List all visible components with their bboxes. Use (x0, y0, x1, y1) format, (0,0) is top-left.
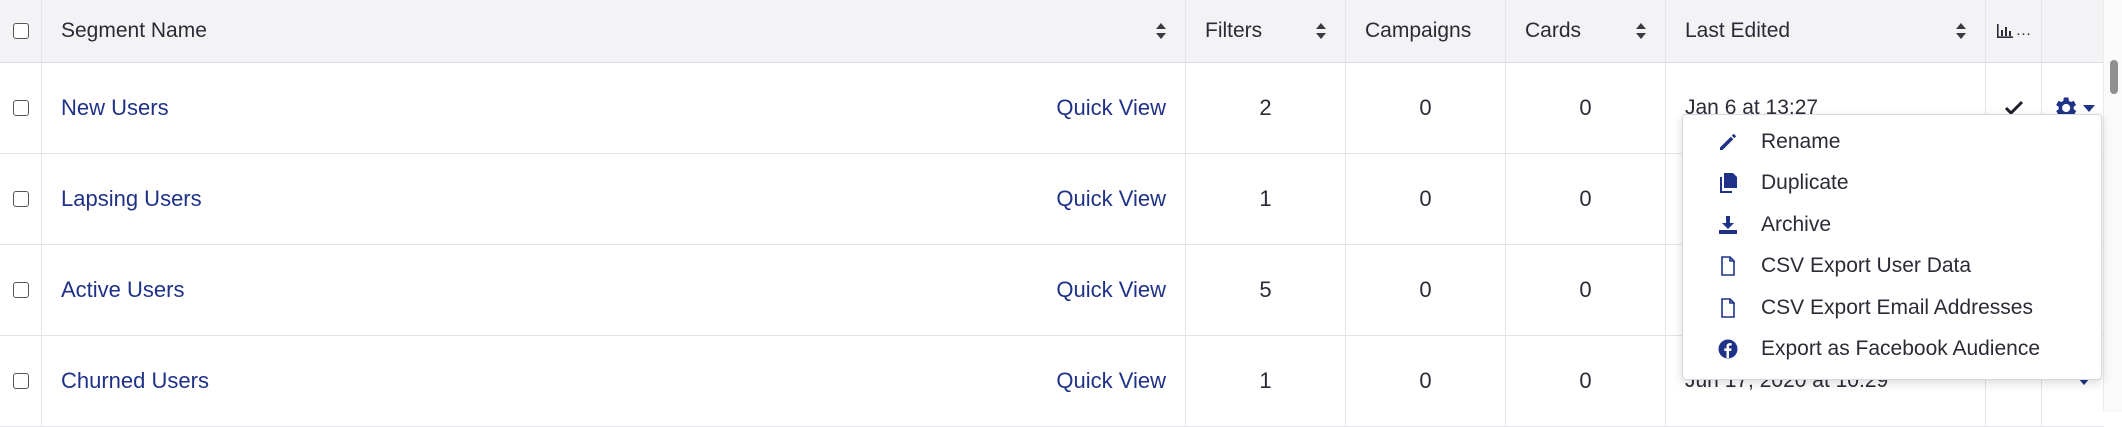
row-check-cell (0, 154, 42, 244)
sort-icon[interactable] (1635, 22, 1647, 40)
campaigns-cell: 0 (1346, 154, 1506, 244)
facebook-icon (1717, 338, 1739, 360)
menu-item-csv-export-email-addresses[interactable]: CSV Export Email Addresses (1683, 287, 2101, 329)
filters-count: 2 (1259, 95, 1272, 120)
row-actions-dropdown: Rename Duplicate Archive CSV Export User… (1682, 114, 2102, 380)
campaigns-cell: 0 (1346, 336, 1506, 426)
header-last-edited[interactable]: Last Edited (1666, 0, 1986, 62)
filters-cell: 5 (1186, 245, 1346, 335)
header-cards[interactable]: Cards (1506, 0, 1666, 62)
row-check-cell (0, 245, 42, 335)
filters-count: 1 (1259, 186, 1272, 211)
row-check-cell (0, 63, 42, 153)
filters-cell: 2 (1186, 63, 1346, 153)
quick-view-link[interactable]: Quick View (1056, 277, 1166, 303)
cards-cell: 0 (1506, 63, 1666, 153)
row-checkbox[interactable] (12, 282, 29, 298)
cards-cell: 0 (1506, 336, 1666, 426)
chevron-down-icon (2083, 104, 2095, 112)
pencil-icon (1717, 131, 1739, 153)
menu-item-duplicate[interactable]: Duplicate (1683, 163, 2101, 205)
cards-count: 0 (1579, 95, 1592, 120)
menu-item-archive[interactable]: Archive (1683, 204, 2101, 246)
file-icon (1717, 297, 1739, 319)
quick-view-link[interactable]: Quick View (1056, 186, 1166, 212)
header-filters[interactable]: Filters (1186, 0, 1346, 62)
row-checkbox[interactable] (12, 100, 29, 116)
campaigns-cell: 0 (1346, 245, 1506, 335)
header-cards-label: Cards (1525, 19, 1582, 42)
cards-count: 0 (1579, 186, 1592, 211)
header-campaigns: Campaigns (1346, 0, 1506, 62)
campaigns-cell: 0 (1346, 63, 1506, 153)
segment-name-link[interactable]: Active Users (61, 277, 184, 303)
scrollbar-thumb[interactable] (2110, 60, 2118, 94)
quick-view-link[interactable]: Quick View (1056, 95, 1166, 121)
vertical-scrollbar[interactable] (2103, 0, 2122, 412)
copy-icon (1717, 172, 1739, 194)
sort-icon[interactable] (1155, 22, 1167, 40)
header-filters-label: Filters (1205, 19, 1263, 42)
menu-item-export-facebook-audience[interactable]: Export as Facebook Audience (1683, 329, 2101, 371)
menu-item-label: Duplicate (1761, 171, 1849, 195)
menu-item-rename[interactable]: Rename (1683, 121, 2101, 163)
campaigns-count: 0 (1419, 95, 1432, 120)
filters-count: 1 (1259, 368, 1272, 393)
campaigns-count: 0 (1419, 368, 1432, 393)
quick-view-link[interactable]: Quick View (1056, 368, 1166, 394)
segment-name-cell: Churned Users Quick View (42, 336, 1186, 426)
header-stats[interactable]: … (1986, 0, 2042, 62)
header-actions (2042, 0, 2104, 62)
filters-cell: 1 (1186, 154, 1346, 244)
file-icon (1717, 255, 1739, 277)
row-checkbox[interactable] (12, 373, 29, 389)
bar-chart-icon (1996, 24, 2013, 38)
menu-item-label: Export as Facebook Audience (1761, 337, 2041, 361)
menu-item-label: CSV Export User Data (1761, 254, 1972, 278)
menu-item-label: Archive (1761, 212, 1832, 236)
select-all-cell (0, 0, 42, 62)
table-header: Segment Name Filters Campaigns Cards Las… (0, 0, 2104, 63)
campaigns-count: 0 (1419, 277, 1432, 302)
header-campaigns-label: Campaigns (1365, 19, 1472, 42)
row-checkbox[interactable] (12, 191, 29, 207)
segment-name-cell: Active Users Quick View (42, 245, 1186, 335)
menu-item-csv-export-user-data[interactable]: CSV Export User Data (1683, 246, 2101, 288)
cards-cell: 0 (1506, 154, 1666, 244)
header-segment-name-label: Segment Name (61, 19, 207, 42)
sort-icon[interactable] (1955, 22, 1967, 40)
sort-icon[interactable] (1315, 22, 1327, 40)
filters-cell: 1 (1186, 336, 1346, 426)
cards-cell: 0 (1506, 245, 1666, 335)
filters-count: 5 (1259, 277, 1272, 302)
menu-item-label: Rename (1761, 129, 1841, 153)
header-last-edited-label: Last Edited (1685, 19, 1791, 42)
segment-name-cell: Lapsing Users Quick View (42, 154, 1186, 244)
header-stats-ellipsis: … (2015, 22, 2032, 39)
segment-name-link[interactable]: Lapsing Users (61, 186, 202, 212)
header-segment-name[interactable]: Segment Name (42, 0, 1186, 62)
segment-name-link[interactable]: Churned Users (61, 368, 209, 394)
download-icon (1717, 214, 1739, 236)
segment-name-link[interactable]: New Users (61, 95, 169, 121)
row-check-cell (0, 336, 42, 426)
menu-item-label: CSV Export Email Addresses (1761, 295, 2033, 319)
segment-name-cell: New Users Quick View (42, 63, 1186, 153)
select-all-checkbox[interactable] (12, 23, 29, 39)
cards-count: 0 (1579, 277, 1592, 302)
cards-count: 0 (1579, 368, 1592, 393)
campaigns-count: 0 (1419, 186, 1432, 211)
